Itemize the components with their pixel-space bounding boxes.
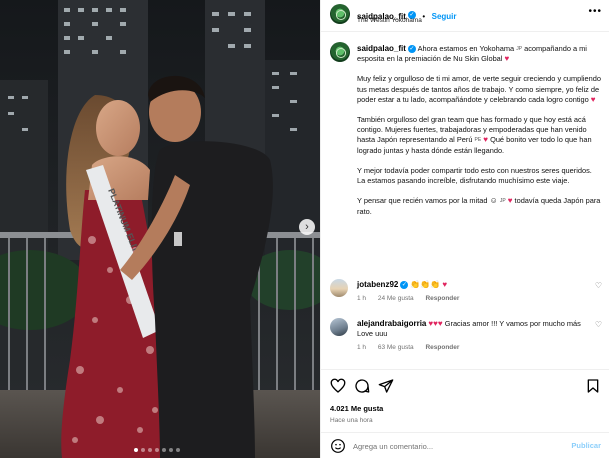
caption-paragraph-1: saidpalao_fit ✓ Ahora estamos en Yokohama… <box>357 44 601 64</box>
caption-text: Muy feliz y orgulloso de ti mi amor, de … <box>357 74 602 104</box>
red-heart-icon: ♥ <box>504 54 510 64</box>
more-options-icon[interactable]: ••• <box>588 6 602 17</box>
comment-item: jotabenz92 ✓ 👏👏👏 ♥ 1 h 24 Me gusta Respon… <box>321 279 609 315</box>
comment-meta: 1 h 24 Me gusta Responder <box>357 294 587 304</box>
grinning-emoji-icon: ☺ <box>489 196 498 206</box>
carousel-dot <box>176 448 180 452</box>
japan-flag-icon: JP <box>499 198 506 205</box>
comments-scroll-area[interactable]: saidpalao_fit ✓ Ahora estamos en Yokohama… <box>321 33 609 369</box>
post-header: saidpalao_fit ✓ • Seguir The Westin Yokoh… <box>321 0 609 32</box>
carousel-dot <box>134 448 138 452</box>
peru-flag-icon: PE <box>474 137 482 144</box>
post-details-panel: saidpalao_fit ✓ • Seguir The Westin Yokoh… <box>320 0 609 458</box>
comment-likes[interactable]: 63 Me gusta <box>378 344 414 351</box>
follow-button[interactable]: Seguir <box>432 12 457 21</box>
caption-text: Y pensar que recién vamos por la mitad <box>357 196 488 206</box>
comment-age: 1 h <box>357 344 367 352</box>
comment-bubble-icon[interactable] <box>354 378 370 394</box>
clapping-hands-icon: 👏 <box>430 280 441 289</box>
carousel-dot <box>148 448 152 452</box>
comment-username[interactable]: jotabenz92 <box>357 280 398 289</box>
commenter-avatar[interactable] <box>330 318 348 336</box>
red-heart-icon: ♥ <box>442 280 448 289</box>
couple-photo-illustration: PLATINUM ELITE <box>0 0 320 458</box>
save-bookmark-icon[interactable] <box>585 378 601 394</box>
comment-age: 1 h <box>357 295 367 303</box>
author-avatar[interactable] <box>330 4 350 24</box>
publish-button[interactable]: Publicar <box>571 441 601 450</box>
verified-badge-icon: ✓ <box>400 281 409 290</box>
comment-body: jotabenz92 ✓ 👏👏👏 ♥ 1 h 24 Me gusta Respon… <box>357 280 587 304</box>
comment-like-heart-icon[interactable]: ♡ <box>595 281 602 290</box>
comment-item: alejandrabaigorria ♥♥♥ Gracias amor !!! … <box>321 318 609 358</box>
clapping-hands-icon: 👏 <box>420 280 431 289</box>
comment-box: Publicar <box>321 432 609 458</box>
clapping-hands-icon: 👏 <box>410 280 421 289</box>
caption-paragraph-4: Y mejor todavía poder compartir todo est… <box>357 166 601 186</box>
caption-text: Ahora estamos en Yokohama <box>417 44 515 54</box>
separator-dot: • <box>422 12 426 21</box>
reply-button[interactable]: Responder <box>425 295 459 302</box>
caption: saidpalao_fit ✓ Ahora estamos en Yokohama… <box>357 44 601 217</box>
carousel-dot <box>162 448 166 452</box>
comment-input[interactable] <box>353 440 553 452</box>
red-heart-icon: ♥ <box>507 196 513 206</box>
instagram-post-modal: PLATINUM ELITE › saidpalao_fit ✓ • Segui… <box>0 0 609 458</box>
next-image-button[interactable]: › <box>299 219 315 235</box>
caption-text: Y mejor todavía poder compartir todo est… <box>357 165 592 186</box>
reply-button[interactable]: Responder <box>425 344 459 351</box>
post-actions: 4.021 Me gusta Hace una hora Publicar <box>321 369 609 457</box>
red-heart-icon: ♥ <box>437 319 443 328</box>
comment-likes[interactable]: 24 Me gusta <box>378 295 414 302</box>
post-photo[interactable]: PLATINUM ELITE › <box>0 0 320 458</box>
comment-body: alejandrabaigorria ♥♥♥ Gracias amor !!! … <box>357 319 587 354</box>
red-heart-icon: ♥ <box>590 94 596 104</box>
caption-paragraph-5: Y pensar que recién vamos por la mitad ☺… <box>357 196 601 216</box>
caption-paragraph-3: También orgulloso del gran team que has … <box>357 115 601 156</box>
carousel-dot <box>141 448 145 452</box>
share-paper-plane-icon[interactable] <box>378 378 394 394</box>
japan-flag-icon: JP <box>516 46 523 52</box>
commenter-avatar[interactable] <box>330 279 348 297</box>
caption-paragraph-2: Muy feliz y orgulloso de ti mi amor, de … <box>357 74 601 105</box>
emoji-smiley-icon[interactable] <box>330 438 346 454</box>
caption-username[interactable]: saidpalao_fit <box>357 44 406 53</box>
comment-username[interactable]: alejandrabaigorria <box>357 319 426 328</box>
verified-badge-icon: ✓ <box>407 45 416 54</box>
carousel-dot <box>169 448 173 452</box>
red-heart-icon: ♥ <box>483 135 489 145</box>
likes-count[interactable]: 4.021 Me gusta <box>330 404 383 413</box>
carousel-dot <box>155 448 159 452</box>
caption-author-avatar[interactable] <box>330 42 350 62</box>
carousel-dots <box>134 448 180 452</box>
comment-meta: 1 h 63 Me gusta Responder <box>357 343 587 353</box>
comment-like-heart-icon[interactable]: ♡ <box>595 320 602 329</box>
location-link[interactable]: The Westin Yokohama <box>357 17 422 24</box>
post-timestamp[interactable]: Hace una hora <box>330 417 373 424</box>
like-heart-icon[interactable] <box>330 378 346 394</box>
